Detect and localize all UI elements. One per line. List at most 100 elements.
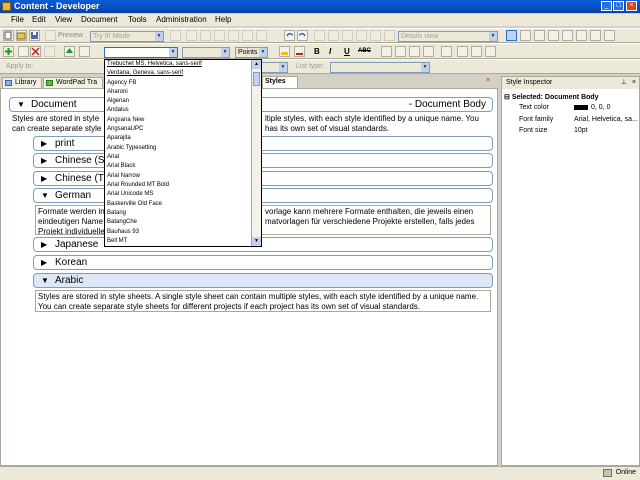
xml-view-icon[interactable]	[562, 30, 573, 41]
print-icon[interactable]	[170, 30, 181, 41]
collapse-arrow-icon[interactable]: ▼	[41, 189, 49, 202]
scroll-thumb[interactable]	[253, 72, 260, 86]
intro-paragraph-left[interactable]: Styles are stored in style can create se…	[12, 114, 104, 134]
bullets-icon[interactable]	[471, 46, 482, 57]
save-icon[interactable]	[29, 30, 40, 41]
font-option[interactable]: Arial Narrow	[107, 173, 140, 179]
font-option[interactable]: Arial	[107, 154, 119, 160]
font-option-recent[interactable]: Trebuchet MS, Helvetica, sans-serif	[107, 61, 202, 67]
block-icon[interactable]	[44, 46, 55, 57]
pin-icon[interactable]: ⊥	[621, 77, 627, 89]
split-view-icon[interactable]	[520, 30, 531, 41]
section-chinese-traditional[interactable]: ▶ Chinese (T	[33, 171, 493, 186]
layout-view-icon[interactable]	[506, 30, 517, 41]
menu-view[interactable]: View	[55, 15, 72, 24]
undo-icon[interactable]	[284, 30, 295, 41]
font-option[interactable]: BatangChe	[107, 219, 137, 225]
text-color-icon[interactable]	[294, 46, 305, 57]
font-option[interactable]: Angsana New	[107, 117, 144, 123]
underline-button[interactable]: U	[344, 47, 350, 56]
indent-icon[interactable]	[441, 46, 452, 57]
open-folder-icon[interactable]	[16, 30, 27, 41]
outline-view-icon[interactable]	[576, 30, 587, 41]
align-justify-icon[interactable]	[423, 46, 434, 57]
image-icon[interactable]	[342, 30, 353, 41]
source-view-icon[interactable]	[548, 30, 559, 41]
section-japanese[interactable]: ▶ Japanese	[33, 237, 493, 252]
dropdown-scrollbar[interactable]: ▲ ▼	[251, 60, 261, 246]
redo-icon[interactable]	[297, 30, 308, 41]
strikethrough-button[interactable]: ABC	[358, 48, 371, 54]
add-icon[interactable]	[3, 46, 14, 57]
font-option[interactable]: Arabic Typesetting	[107, 145, 156, 151]
align-right-icon[interactable]	[409, 46, 420, 57]
section-chinese-simplified[interactable]: ▶ Chinese (S	[33, 153, 493, 168]
section-german[interactable]: ▼ German	[33, 188, 493, 203]
font-option[interactable]: Batang	[107, 210, 126, 216]
align-center-icon[interactable]	[395, 46, 406, 57]
expand-arrow-icon[interactable]: ▶	[41, 256, 47, 269]
move-up-icon[interactable]	[64, 46, 75, 57]
font-option[interactable]: Arial Rounded MT Bold	[107, 182, 169, 188]
font-option[interactable]: Bauhaus 93	[107, 229, 139, 235]
delete-icon[interactable]	[242, 30, 253, 41]
list-type-select[interactable]: ▼	[330, 62, 430, 73]
section-arabic[interactable]: ▼ Arabic	[33, 273, 493, 288]
link-icon[interactable]	[328, 30, 339, 41]
tab-library[interactable]: Library	[2, 77, 42, 88]
preview-icon[interactable]	[45, 30, 56, 41]
close-icon[interactable]: ×	[632, 77, 636, 89]
expand-arrow-icon[interactable]: ▶	[41, 154, 47, 167]
properties-icon[interactable]	[79, 46, 90, 57]
font-option[interactable]: Bell MT	[107, 238, 127, 244]
tab-styles[interactable]: Styles	[262, 76, 298, 88]
expand-arrow-icon[interactable]: ▶	[41, 172, 47, 185]
font-family-dropdown[interactable]: Trebuchet MS, Helvetica, sans-serif Verd…	[104, 59, 262, 247]
minimize-button[interactable]: _	[601, 1, 612, 11]
expand-arrow-icon[interactable]: ▶	[41, 137, 47, 150]
menu-document[interactable]: Document	[81, 15, 117, 24]
highlight-icon[interactable]	[279, 46, 290, 57]
menu-tools[interactable]: Tools	[128, 15, 147, 24]
italic-button[interactable]: I	[329, 47, 331, 56]
tree-view-icon[interactable]	[534, 30, 545, 41]
tab-wordpad[interactable]: WordPad Tra	[43, 77, 103, 88]
arabic-paragraph[interactable]: Styles are stored in style sheets. A sin…	[35, 290, 491, 312]
intro-paragraph-right[interactable]: ltiple styles, with each style identifie…	[265, 114, 495, 134]
panel-toggle-icon[interactable]	[590, 30, 601, 41]
copy-icon[interactable]	[200, 30, 211, 41]
menu-administration[interactable]: Administration	[156, 15, 207, 24]
font-option[interactable]: Andalus	[107, 107, 129, 113]
font-option[interactable]: Baskerville Old Face	[107, 201, 162, 207]
font-option[interactable]: Algerian	[107, 98, 129, 104]
browser-preview-icon[interactable]	[604, 30, 615, 41]
view-mode-select[interactable]: Details view ▼	[398, 31, 498, 42]
expand-arrow-icon[interactable]: ▶	[41, 238, 47, 251]
chevron-down-icon[interactable]	[18, 46, 29, 57]
paste-special-icon[interactable]	[228, 30, 239, 41]
font-option[interactable]: Arial Unicode MS	[107, 191, 153, 197]
tryit-mode-select[interactable]: Try It! Mode ▼	[90, 31, 164, 42]
align-left-icon[interactable]	[381, 46, 392, 57]
scroll-up-icon[interactable]: ▲	[252, 60, 261, 69]
numbering-icon[interactable]	[485, 46, 496, 57]
font-option[interactable]: Aharoni	[107, 89, 128, 95]
font-option-recent[interactable]: Verdana, Geneva, sans-serif	[107, 70, 183, 76]
section-print[interactable]: ▶ print	[33, 136, 493, 151]
font-option[interactable]: Arial Black	[107, 163, 135, 169]
font-option[interactable]: Agency FB	[107, 80, 136, 86]
section-korean[interactable]: ▶ Korean	[33, 255, 493, 270]
menu-help[interactable]: Help	[215, 15, 231, 24]
menu-file[interactable]: File	[11, 15, 24, 24]
cut-icon[interactable]	[186, 30, 197, 41]
close-tab-icon[interactable]: ×	[486, 77, 490, 84]
menu-edit[interactable]: Edit	[32, 15, 46, 24]
snippet-icon[interactable]	[384, 30, 395, 41]
font-option[interactable]: Aparajita	[107, 135, 131, 141]
size-unit-select[interactable]: Points ▼	[235, 47, 268, 58]
font-size-select[interactable]: ▼	[182, 47, 230, 58]
paste-icon[interactable]	[214, 30, 225, 41]
variable-icon[interactable]	[370, 30, 381, 41]
spell-check-icon[interactable]	[314, 30, 325, 41]
remove-icon[interactable]	[30, 46, 41, 57]
